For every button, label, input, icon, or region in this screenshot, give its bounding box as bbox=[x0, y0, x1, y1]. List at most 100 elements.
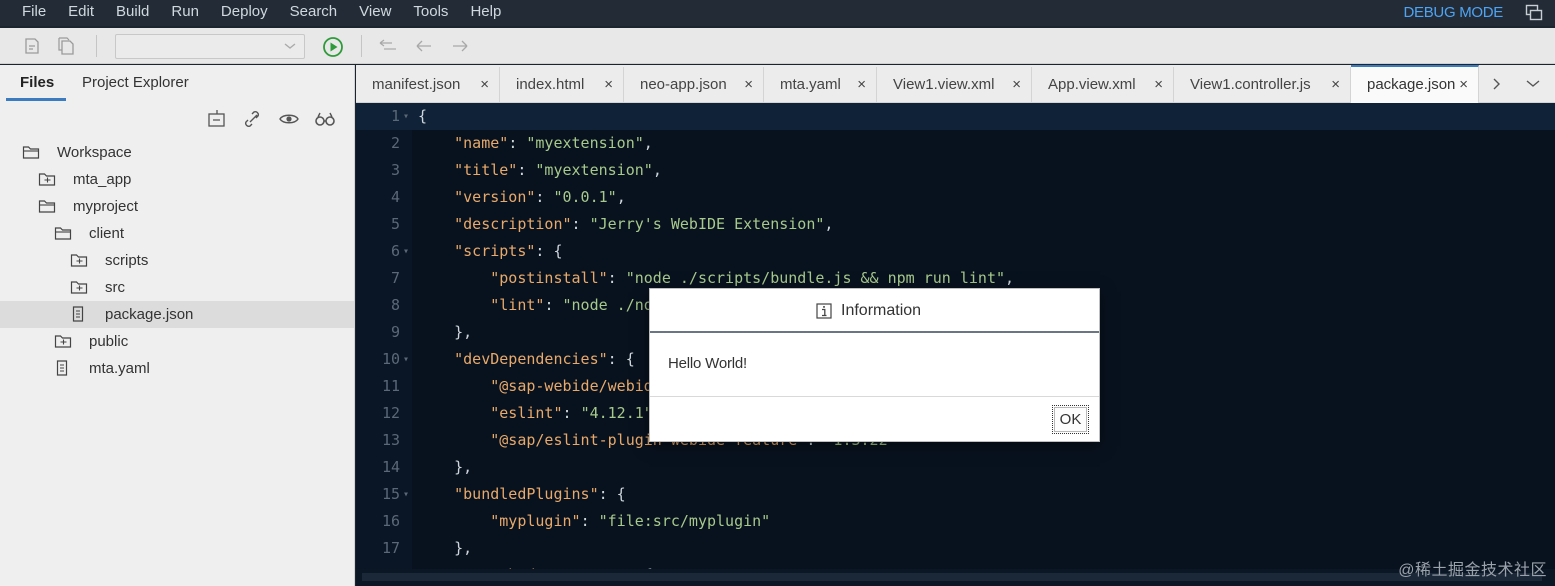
editor-tab-label: View1.controller.js bbox=[1190, 76, 1311, 93]
undo-icon[interactable] bbox=[414, 37, 434, 55]
menu-file[interactable]: File bbox=[0, 0, 57, 26]
close-icon[interactable]: × bbox=[604, 67, 613, 103]
json-punctuation: : bbox=[544, 296, 563, 314]
collapse-all-icon[interactable] bbox=[206, 109, 228, 129]
tree-item-client[interactable]: client bbox=[0, 220, 354, 247]
menu-help[interactable]: Help bbox=[459, 0, 512, 26]
json-string: "4.12.1" bbox=[580, 404, 653, 422]
dialog-message: Hello World! bbox=[668, 355, 748, 372]
close-icon[interactable]: × bbox=[744, 67, 753, 103]
line-number: 3 bbox=[390, 161, 400, 179]
tree-item-src[interactable]: src bbox=[0, 274, 354, 301]
save-icon[interactable] bbox=[22, 37, 42, 55]
code-text: }, bbox=[418, 319, 472, 346]
run-icon[interactable] bbox=[322, 36, 344, 58]
run-configuration-select[interactable] bbox=[115, 34, 305, 59]
close-icon[interactable]: × bbox=[1154, 67, 1163, 103]
close-icon[interactable]: × bbox=[1331, 67, 1340, 103]
file-icon bbox=[72, 306, 84, 322]
save-all-icon[interactable] bbox=[56, 37, 76, 55]
json-string: "Jerry's WebIDE Extension" bbox=[589, 215, 825, 233]
code-text: }, bbox=[418, 454, 472, 481]
line-number: 7 bbox=[390, 269, 400, 287]
line-number: 16 bbox=[381, 512, 400, 530]
tab-files[interactable]: Files bbox=[20, 65, 54, 101]
tree-item-mta-yaml[interactable]: mta.yaml bbox=[0, 355, 354, 382]
line-number: 12 bbox=[381, 404, 400, 422]
code-text: "devDependencies": { bbox=[418, 346, 635, 373]
tree-item-public[interactable]: public bbox=[0, 328, 354, 355]
editor-tab-label: index.html bbox=[516, 76, 585, 93]
editor-tab-view1-controller-js[interactable]: View1.controller.js × bbox=[1174, 67, 1351, 103]
tab-navigation bbox=[1485, 65, 1555, 103]
sidebar: Files Project Explorer Workspace mta_appm… bbox=[0, 65, 355, 586]
fold-icon[interactable]: ▾ bbox=[403, 238, 409, 265]
editor-tab-app-view-xml[interactable]: App.view.xml × bbox=[1032, 67, 1174, 103]
editor-tab-label: manifest.json bbox=[372, 76, 461, 93]
editor-tab-view1-view-xml[interactable]: View1.view.xml × bbox=[877, 67, 1032, 103]
chevron-down-icon[interactable] bbox=[1525, 78, 1541, 90]
menu-search[interactable]: Search bbox=[279, 0, 349, 26]
show-hidden-icon[interactable] bbox=[278, 109, 300, 129]
close-icon[interactable]: × bbox=[1012, 67, 1021, 103]
json-punctuation: , bbox=[1005, 269, 1015, 287]
menu-edit[interactable]: Edit bbox=[57, 0, 105, 26]
line-number: 13 bbox=[381, 431, 400, 449]
fold-icon[interactable]: ▾ bbox=[403, 103, 409, 130]
menu-deploy[interactable]: Deploy bbox=[210, 0, 279, 26]
tree-item-scripts[interactable]: scripts bbox=[0, 247, 354, 274]
search-icon[interactable] bbox=[314, 109, 336, 129]
json-key: "scripts" bbox=[454, 242, 536, 260]
editor-tab-index-html[interactable]: index.html × bbox=[500, 67, 624, 103]
menu-build[interactable]: Build bbox=[105, 0, 160, 26]
code-line: 3 "title": "myextension", bbox=[356, 157, 1555, 184]
tree-item-package-json[interactable]: package.json bbox=[0, 301, 354, 328]
tree-item-label: Workspace bbox=[57, 144, 132, 161]
scrollbar-thumb[interactable] bbox=[362, 573, 1542, 581]
tree-item-label: src bbox=[105, 279, 125, 296]
code-text: "title": "myextension", bbox=[418, 157, 662, 184]
menu-run[interactable]: Run bbox=[160, 0, 210, 26]
line-number: 15 bbox=[381, 485, 400, 503]
editor-tab-neo-app-json[interactable]: neo-app.json × bbox=[624, 67, 764, 103]
file-tree: Workspace mta_app myproject client scripts sr… bbox=[0, 139, 354, 382]
code-text: "bundledPlugins": { bbox=[418, 481, 626, 508]
menu-view[interactable]: View bbox=[348, 0, 402, 26]
menu-bar: File Edit Build Run Deploy Search View Tools Hel… bbox=[0, 0, 1555, 26]
tree-item-label: myproject bbox=[73, 198, 139, 215]
link-editor-icon[interactable] bbox=[242, 109, 264, 129]
horizontal-scrollbar[interactable] bbox=[356, 569, 1555, 586]
ok-button[interactable]: OK bbox=[1052, 405, 1089, 434]
json-key: "devDependencies" bbox=[454, 350, 608, 368]
line-number: 14 bbox=[381, 458, 400, 476]
fold-icon[interactable]: ▾ bbox=[403, 346, 409, 373]
close-icon[interactable]: × bbox=[857, 67, 866, 103]
line-number: 9 bbox=[390, 323, 400, 341]
redo-icon[interactable] bbox=[450, 37, 470, 55]
json-string: "file:src/myplugin" bbox=[598, 512, 771, 530]
close-icon[interactable]: × bbox=[480, 67, 489, 103]
json-punctuation: : bbox=[535, 188, 554, 206]
editor-tab-package-json[interactable]: package.json × bbox=[1351, 65, 1479, 103]
comment-icon[interactable] bbox=[378, 37, 398, 55]
editor-tab-mta-yaml[interactable]: mta.yaml × bbox=[764, 67, 877, 103]
code-line: 15 ▾ "bundledPlugins": { bbox=[356, 481, 1555, 508]
tab-project-explorer[interactable]: Project Explorer bbox=[82, 65, 189, 101]
tree-item-myproject[interactable]: myproject bbox=[0, 193, 354, 220]
menu-tools[interactable]: Tools bbox=[402, 0, 459, 26]
layout-toggle-icon[interactable] bbox=[1525, 4, 1543, 21]
code-text: }, bbox=[418, 535, 472, 562]
chevron-right-icon[interactable] bbox=[1491, 77, 1503, 91]
json-key: "eslint" bbox=[490, 404, 563, 422]
code-text: "myplugin": "file:src/myplugin" bbox=[418, 508, 770, 535]
code-line: 1 ▾ { bbox=[356, 103, 1555, 130]
editor-tab-manifest-json[interactable]: manifest.json × bbox=[356, 67, 500, 103]
fold-icon[interactable]: ▾ bbox=[403, 481, 409, 508]
tree-item-workspace[interactable]: Workspace bbox=[0, 139, 354, 166]
debug-mode-label[interactable]: DEBUG MODE bbox=[1403, 0, 1503, 26]
json-punctuation: : bbox=[580, 512, 599, 530]
tree-item-mta-app[interactable]: mta_app bbox=[0, 166, 354, 193]
close-icon[interactable]: × bbox=[1459, 67, 1468, 103]
json-key: "postinstall" bbox=[490, 269, 608, 287]
line-number: 10 bbox=[381, 350, 400, 368]
